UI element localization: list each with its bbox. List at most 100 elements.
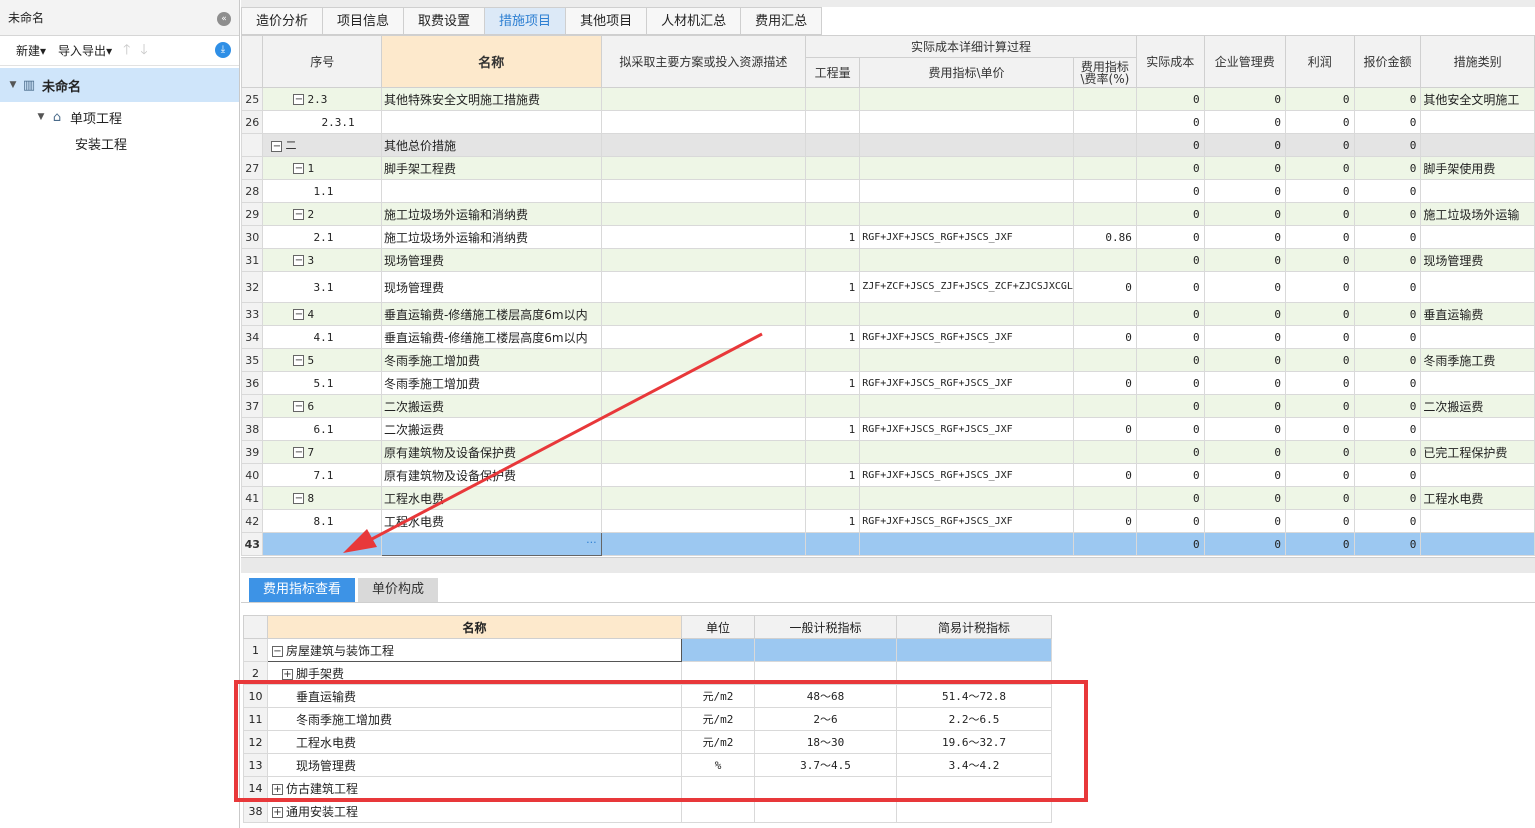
desc-cell[interactable]	[600, 225, 807, 249]
table-row[interactable]: 34 4.1 垂直运输费-修缮施工楼层高度6m以内 1 RGF+JXF+JSCS_RGF…	[241, 325, 1535, 349]
seq-cell[interactable]: 2.1	[262, 225, 382, 249]
name-cell[interactable]: 施工垃圾场外运输和消纳费	[380, 202, 602, 226]
expand-arrow-icon[interactable]: ▼	[34, 112, 48, 122]
formula-cell[interactable]: RGF+JXF+JSCS_RGF+JSCS_JXF	[859, 225, 1074, 249]
name-cell[interactable]: 二次搬运费	[380, 417, 602, 441]
quote-cell[interactable]: 0	[1353, 179, 1422, 203]
rate-cell[interactable]: 0	[1072, 509, 1137, 533]
seq-cell[interactable]: − 二	[262, 133, 382, 157]
category-cell[interactable]	[1420, 509, 1535, 533]
name-cell[interactable]: 工程水电费	[380, 509, 602, 533]
rate-cell[interactable]	[1072, 486, 1137, 510]
rate-cell[interactable]: 0	[1072, 463, 1137, 487]
table-row[interactable]: 14 + 仿古建筑工程	[243, 776, 1052, 800]
qty-cell[interactable]	[805, 202, 861, 226]
table-row[interactable]: 33−4 垂直运输费-修缮施工楼层高度6m以内 0 0 0 0 垂直运输费	[241, 302, 1535, 326]
expand-arrow-icon[interactable]: ▼	[6, 80, 20, 90]
qty-cell[interactable]	[805, 87, 861, 111]
tree-node-install[interactable]: 安装工程	[0, 132, 239, 154]
collapse-node-icon[interactable]: −	[271, 140, 283, 152]
collapse-node-icon[interactable]: −	[293, 355, 305, 366]
table-row[interactable]: − 二其他总价措施 0 0 0 0	[241, 133, 1535, 157]
header-simple-tax[interactable]: 简易计税指标	[896, 615, 1052, 639]
name-cell[interactable]: 冬雨季施工增加费	[267, 707, 682, 731]
tab-fee-index-view[interactable]: 费用指标查看	[249, 578, 356, 602]
category-cell[interactable]	[1420, 225, 1535, 249]
collapse-node-icon[interactable]: −	[293, 401, 305, 412]
header-cost[interactable]: 实际成本	[1135, 35, 1205, 88]
quote-cell[interactable]: 0	[1353, 440, 1422, 464]
desc-cell[interactable]	[600, 371, 807, 395]
quote-cell[interactable]: 0	[1353, 417, 1422, 441]
desc-cell[interactable]	[600, 394, 807, 418]
name-cell[interactable]	[380, 110, 602, 134]
seq-cell[interactable]: 5.1	[262, 371, 382, 395]
collapse-node-icon[interactable]: −	[272, 645, 283, 657]
seq-cell[interactable]: 7.1	[262, 463, 382, 487]
tab-project-info[interactable]: 项目信息	[323, 7, 405, 35]
import-export-button[interactable]: 导入导出▾	[54, 40, 116, 61]
formula-cell[interactable]: ZJF+ZCF+JSCS_ZJF+JSCS_ZCF+ZJCSJXCGL	[859, 271, 1074, 303]
formula-cell[interactable]: RGF+JXF+JSCS_RGF+JSCS_JXF	[859, 417, 1074, 441]
seq-cell[interactable]: 6.1	[262, 417, 382, 441]
table-row[interactable]: 10 垂直运输费 元/m2 48～68 51.4～72.8	[243, 684, 1052, 708]
name-edit-cell[interactable]: ···	[380, 532, 602, 556]
qty-cell[interactable]: 1	[805, 371, 861, 395]
category-cell[interactable]: 已完工程保护费	[1420, 440, 1535, 464]
table-row[interactable]: 43 ··· 0 0 0 0	[241, 532, 1535, 556]
table-row[interactable]: 32 3.1 现场管理费 1 ZJF+ZCF+JSCS_ZJF+JSCS_ZCF+ZJC…	[241, 271, 1535, 303]
desc-cell[interactable]	[600, 179, 807, 203]
new-button[interactable]: 新建▾	[12, 40, 50, 61]
header-mgmt[interactable]: 企业管理费	[1203, 35, 1286, 88]
qty-cell[interactable]: 1	[805, 325, 861, 349]
category-cell[interactable]	[1420, 532, 1535, 556]
desc-cell[interactable]	[600, 302, 807, 326]
formula-cell[interactable]	[859, 248, 1074, 272]
seq-cell[interactable]: −8	[262, 486, 382, 510]
panel-splitter[interactable]	[241, 557, 1535, 573]
formula-cell[interactable]	[859, 133, 1074, 157]
formula-cell[interactable]: RGF+JXF+JSCS_RGF+JSCS_JXF	[859, 463, 1074, 487]
formula-cell[interactable]	[859, 87, 1074, 111]
rate-cell[interactable]	[1072, 394, 1137, 418]
qty-cell[interactable]: 1	[805, 417, 861, 441]
category-cell[interactable]	[1420, 110, 1535, 134]
category-cell[interactable]: 施工垃圾场外运输	[1420, 202, 1535, 226]
category-cell[interactable]: 脚手架使用费	[1420, 156, 1535, 180]
qty-cell[interactable]	[805, 532, 861, 556]
category-cell[interactable]: 现场管理费	[1420, 248, 1535, 272]
table-row[interactable]: 38 + 通用安装工程	[243, 799, 1052, 823]
formula-cell[interactable]	[859, 348, 1074, 372]
table-row[interactable]: 27−1 脚手架工程费 0 0 0 0 脚手架使用费	[241, 156, 1535, 180]
quote-cell[interactable]: 0	[1353, 486, 1422, 510]
qty-cell[interactable]	[805, 179, 861, 203]
desc-cell[interactable]	[600, 417, 807, 441]
desc-cell[interactable]	[600, 509, 807, 533]
qty-cell[interactable]	[805, 133, 861, 157]
rate-cell[interactable]	[1072, 87, 1137, 111]
desc-cell[interactable]	[600, 271, 807, 303]
table-row[interactable]: 30 2.1 施工垃圾场外运输和消纳费 1 RGF+JXF+JSCS_RGF+JSCS_…	[241, 225, 1535, 249]
qty-cell[interactable]: 1	[805, 271, 861, 303]
tab-other-items[interactable]: 其他项目	[566, 7, 648, 35]
rate-cell[interactable]: 0.86	[1072, 225, 1137, 249]
collapse-node-icon[interactable]: −	[293, 209, 305, 220]
table-row[interactable]: 26 2.3.1 0 0 0 0	[241, 110, 1535, 134]
seq-cell[interactable]: −7	[262, 440, 382, 464]
header-quote[interactable]: 报价金额	[1353, 35, 1422, 88]
qty-cell[interactable]: 1	[805, 463, 861, 487]
category-cell[interactable]	[1420, 179, 1535, 203]
seq-cell[interactable]: 1.1	[262, 179, 382, 203]
rate-cell[interactable]	[1072, 156, 1137, 180]
quote-cell[interactable]: 0	[1353, 133, 1422, 157]
name-cell[interactable]: 垂直运输费	[267, 684, 682, 708]
formula-cell[interactable]	[859, 179, 1074, 203]
category-cell[interactable]: 冬雨季施工费	[1420, 348, 1535, 372]
rate-cell[interactable]	[1072, 179, 1137, 203]
seq-cell[interactable]: −2.3	[262, 87, 382, 111]
tab-labor-material-summary[interactable]: 人材机汇总	[647, 7, 742, 35]
qty-cell[interactable]	[805, 440, 861, 464]
name-cell[interactable]: 垂直运输费-修缮施工楼层高度6m以内	[380, 302, 602, 326]
table-row[interactable]: 25−2.3 其他特殊安全文明施工措施费 0 0 0 0 其他安全文明施工	[241, 87, 1535, 111]
qty-cell[interactable]	[805, 486, 861, 510]
